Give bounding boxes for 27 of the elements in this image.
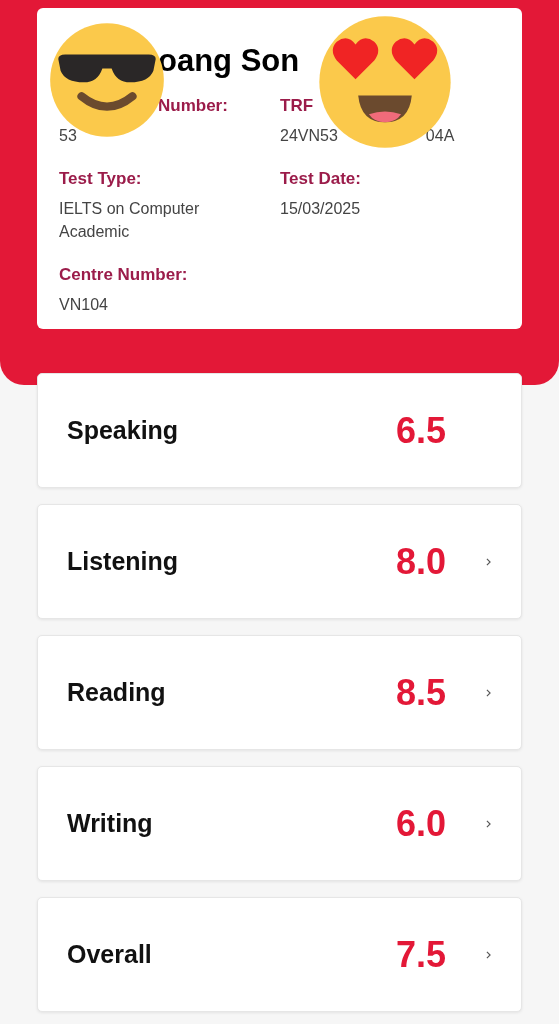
field-value: 24VN53 xyxy=(280,126,338,146)
score-card[interactable]: Overall 7.5 xyxy=(37,897,522,1012)
field-value: 04A xyxy=(425,126,455,146)
field-value: 15/03/2025 xyxy=(280,199,361,219)
skill-label: Reading xyxy=(67,676,167,708)
score-card[interactable]: Writing 6.0 xyxy=(37,766,522,881)
field-label: Number: xyxy=(158,95,229,117)
candidate-name: oang Son xyxy=(158,44,300,76)
band-score: 8.0 xyxy=(394,539,446,584)
score-card[interactable]: Listening 8.0 xyxy=(37,504,522,619)
band-score: 7.5 xyxy=(394,932,446,977)
band-score: 8.5 xyxy=(394,670,446,715)
skill-label: Writing xyxy=(67,807,154,839)
field-value: VN104 xyxy=(59,295,108,315)
band-score: 6.5 xyxy=(394,408,446,453)
field-label: Test Type: xyxy=(59,168,143,190)
skill-label: Overall xyxy=(67,938,153,970)
score-card[interactable]: Reading 8.5 xyxy=(37,635,522,750)
skill-label: Speaking xyxy=(67,414,180,446)
score-card[interactable]: Speaking 6.5 xyxy=(37,373,522,488)
field-value: IELTS on Computer Academic xyxy=(59,199,201,242)
field-value: 53 xyxy=(59,126,77,146)
band-score: 6.0 xyxy=(394,801,446,846)
field-label: TRF xyxy=(280,95,315,117)
field-label: Centre Number: xyxy=(59,264,189,286)
skill-label: Listening xyxy=(67,545,180,577)
field-label: Test Date: xyxy=(280,168,362,190)
